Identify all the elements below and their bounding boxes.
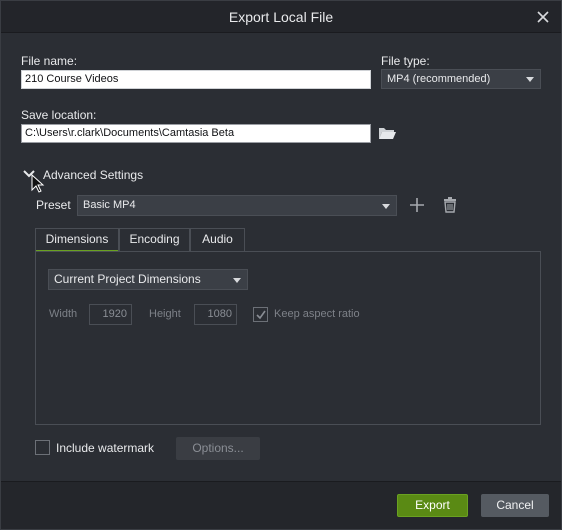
width-label: Width — [49, 308, 78, 320]
file-type-select[interactable]: MP4 (recommended) — [381, 69, 541, 89]
width-input[interactable]: 1920 — [89, 304, 132, 325]
tab-dimensions[interactable]: Dimensions — [35, 228, 119, 252]
keep-aspect-checkbox[interactable] — [253, 307, 268, 322]
export-button[interactable]: Export — [397, 494, 468, 517]
add-preset-icon[interactable] — [407, 195, 427, 215]
chevron-down-icon — [382, 204, 390, 209]
file-name-input[interactable]: 210 Course Videos — [21, 70, 371, 89]
dimensions-mode-selected: Current Project Dimensions — [54, 272, 201, 286]
chevron-down-icon — [233, 278, 241, 283]
dialog-footer — [1, 481, 561, 529]
close-icon[interactable] — [535, 9, 551, 25]
save-location-input[interactable]: C:\Users\r.clark\Documents\Camtasia Beta — [21, 124, 371, 143]
dialog-title: Export Local File — [228, 9, 334, 25]
export-local-file-dialog: Export Local File File name: 210 Course … — [0, 0, 562, 530]
tab-encoding[interactable]: Encoding — [119, 228, 190, 251]
height-label: Height — [149, 308, 181, 320]
height-input[interactable]: 1080 — [194, 304, 237, 325]
include-watermark-label: Include watermark — [56, 441, 155, 455]
advanced-settings-label[interactable]: Advanced Settings — [43, 168, 143, 182]
folder-icon[interactable] — [377, 124, 397, 142]
cancel-button[interactable]: Cancel — [481, 494, 549, 517]
tab-audio[interactable]: Audio — [190, 228, 245, 251]
trash-icon[interactable] — [440, 195, 460, 215]
include-watermark-checkbox[interactable] — [35, 440, 50, 455]
checkmark-icon — [256, 310, 266, 320]
watermark-options-button[interactable]: Options... — [176, 437, 260, 460]
file-type-label: File type: — [381, 54, 430, 68]
preset-selected: Basic MP4 — [83, 199, 136, 211]
file-type-selected: MP4 (recommended) — [387, 73, 491, 85]
keep-aspect-label: Keep aspect ratio — [274, 308, 360, 320]
save-location-label: Save location: — [21, 108, 97, 122]
preset-select[interactable]: Basic MP4 — [77, 195, 397, 216]
dimensions-mode-select[interactable]: Current Project Dimensions — [48, 269, 248, 290]
chevron-down-icon — [526, 77, 534, 82]
file-name-label: File name: — [21, 54, 78, 68]
preset-label: Preset — [36, 198, 71, 212]
title-bar: Export Local File — [1, 1, 561, 33]
